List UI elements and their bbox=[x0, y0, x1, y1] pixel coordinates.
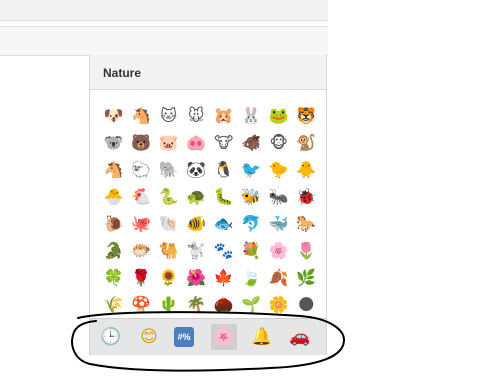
hand-drawn-annotation bbox=[71, 311, 346, 372]
annotation-loop bbox=[71, 311, 346, 372]
